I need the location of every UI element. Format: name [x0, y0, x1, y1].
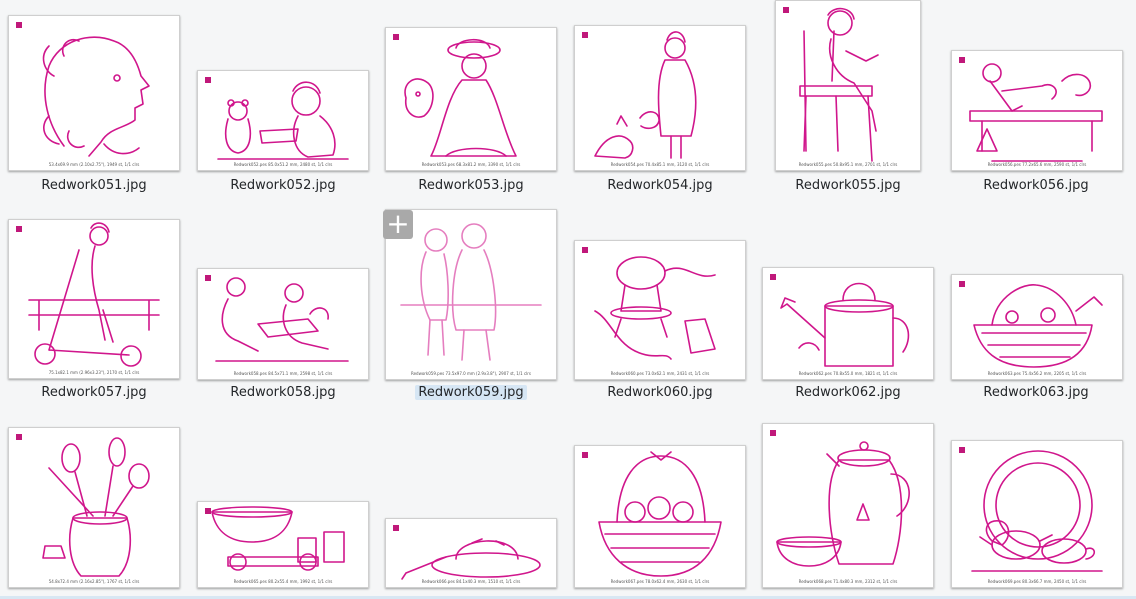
file-type-badge: [16, 434, 22, 440]
thumbnail-caption: Redwork053.pes 68.3x81.2 mm, 3390 st, 1/…: [421, 162, 521, 167]
file-type-badge: [205, 77, 211, 83]
thumbnail-caption: Redwork062.pes 70.8x55.0 mm, 1821 st, 1/…: [798, 371, 898, 376]
thumbnail-caption: Redwork055.pes 50.8x95.1 mm, 2701 st, 1/…: [798, 162, 898, 167]
boy-on-chair-embroidery-icon[interactable]: Redwork055.pes 50.8x95.1 mm, 2701 st, 1/…: [775, 0, 921, 171]
file-type-badge: [393, 525, 399, 531]
file-name[interactable]: Redwork060.jpg: [572, 385, 748, 401]
file-name[interactable]: Redwork055.jpg: [760, 178, 936, 194]
file-type-badge: [16, 22, 22, 28]
girl-with-teddy-embroidery-icon[interactable]: Redwork052.pes 85.0x51.2 mm, 2480 st, 1/…: [197, 70, 369, 171]
file-type-badge: [393, 34, 399, 40]
thumbnail-caption: Redwork067.pes 78.0x62.4 mm, 2630 st, 1/…: [610, 579, 710, 584]
file-type-badge: [959, 57, 965, 63]
add-to-selection-icon[interactable]: +: [383, 210, 413, 239]
file-type-badge: [205, 275, 211, 281]
file-type-badge: [582, 247, 588, 253]
file-type-badge: [783, 7, 789, 13]
file-name[interactable]: Redwork051.jpg: [6, 178, 182, 194]
file-type-badge: [16, 226, 22, 232]
plate-teapot-embroidery-icon[interactable]: Redwork069.pes 80.3x66.7 mm, 2450 st, 1/…: [951, 440, 1123, 588]
file-name-selected[interactable]: Redwork059.jpg: [383, 385, 559, 401]
file-name[interactable]: Redwork053.jpg: [383, 178, 559, 194]
file-type-badge: [582, 452, 588, 458]
thumbnail-caption: Redwork066.pes 84.1x40.3 mm, 1510 st, 1/…: [421, 579, 521, 584]
thumbnail-caption: Redwork065.pes 80.2x55.4 mm, 1992 st, 1/…: [233, 579, 333, 584]
boy-on-scooter-embroidery-icon[interactable]: 75.1x82.1 mm (2.96x3.23"), 2170 st, 1/1 …: [8, 219, 180, 379]
thumbnail-caption: Redwork058.pes 84.5x71.1 mm, 2598 st, 1/…: [233, 371, 333, 376]
thumbnail-caption: Redwork068.pes 71.4x80.3 mm, 2312 st, 1/…: [798, 579, 898, 584]
basket-embroidery-icon[interactable]: Redwork063.pes 75.4x56.2 mm, 2205 st, 1/…: [951, 274, 1123, 380]
file-type-badge: [770, 430, 776, 436]
thumbnail-caption: Redwork069.pes 80.3x66.7 mm, 2450 st, 1/…: [987, 579, 1087, 584]
pudding-plate-embroidery-icon[interactable]: Redwork066.pes 84.1x40.3 mm, 1510 st, 1/…: [385, 518, 557, 588]
file-type-badge: [959, 281, 965, 287]
girl-with-dog-embroidery-icon[interactable]: Redwork053.pes 68.3x81.2 mm, 3390 st, 1/…: [385, 27, 557, 171]
thumbnail-caption: Redwork054.pes 70.4x85.1 mm, 3120 st, 1/…: [610, 162, 710, 167]
thumbnail-caption: 75.1x82.1 mm (2.96x3.23"), 2170 st, 1/1 …: [48, 370, 140, 375]
file-type-badge: [582, 32, 588, 38]
pitcher-bowl-embroidery-icon[interactable]: Redwork068.pes 71.4x80.3 mm, 2312 st, 1/…: [762, 423, 934, 588]
file-name[interactable]: Redwork062.jpg: [760, 385, 936, 401]
selected-file-label[interactable]: Redwork059.jpg: [415, 385, 527, 400]
thumbnail-caption: Redwork056.pes 77.2x65.6 mm, 2590 st, 1/…: [987, 162, 1087, 167]
file-name[interactable]: Redwork063.jpg: [948, 385, 1124, 401]
thumbnail-caption: 53.4x69.9 mm (2.10x2.75"), 1949 st, 1/1 …: [48, 162, 140, 167]
girl-with-cats-embroidery-icon[interactable]: Redwork054.pes 70.4x85.1 mm, 3120 st, 1/…: [574, 25, 746, 171]
file-name[interactable]: Redwork052.jpg: [195, 178, 371, 194]
thumbnail-caption: Redwork052.pes 85.0x51.2 mm, 2480 st, 1/…: [233, 162, 333, 167]
file-name[interactable]: Redwork054.jpg: [572, 178, 748, 194]
file-type-badge: [205, 508, 211, 514]
spoons-jar-embroidery-icon[interactable]: 54.8x72.4 mm (2.16x2.85"), 1767 st, 1/1 …: [8, 427, 180, 588]
girl-profile-embroidery-icon[interactable]: 53.4x69.9 mm (2.10x2.75"), 1949 st, 1/1 …: [8, 15, 180, 171]
file-type-badge: [959, 447, 965, 453]
children-picnic-embroidery-icon[interactable]: Redwork058.pes 84.5x71.1 mm, 2598 st, 1/…: [197, 268, 369, 380]
file-name[interactable]: Redwork057.jpg: [6, 385, 182, 401]
watering-can-embroidery-icon[interactable]: Redwork062.pes 70.8x55.0 mm, 1821 st, 1/…: [762, 267, 934, 380]
file-name[interactable]: Redwork058.jpg: [195, 385, 371, 401]
file-type-badge: [770, 274, 776, 280]
baking-bowl-embroidery-icon[interactable]: Redwork065.pes 80.2x55.4 mm, 1992 st, 1/…: [197, 501, 369, 588]
fruit-basket-embroidery-icon[interactable]: Redwork067.pes 78.0x62.4 mm, 2630 st, 1/…: [574, 445, 746, 588]
file-name[interactable]: Redwork056.jpg: [948, 178, 1124, 194]
thumbnail-caption: Redwork063.pes 75.4x56.2 mm, 2205 st, 1/…: [987, 371, 1087, 376]
thumbnail-caption: 54.8x72.4 mm (2.16x2.85"), 1767 st, 1/1 …: [48, 579, 140, 584]
thumbnail-caption: Redwork060.pes 73.0x62.1 mm, 2431 st, 1/…: [610, 371, 710, 376]
boy-with-dog-embroidery-icon[interactable]: Redwork056.pes 77.2x65.6 mm, 2590 st, 1/…: [951, 50, 1123, 171]
thumbnail-caption: Redwork059.pes 73.5x97.0 mm (2.9x3.8"), …: [410, 371, 532, 376]
pincushion-embroidery-icon[interactable]: Redwork060.pes 73.0x62.1 mm, 2431 st, 1/…: [574, 240, 746, 380]
